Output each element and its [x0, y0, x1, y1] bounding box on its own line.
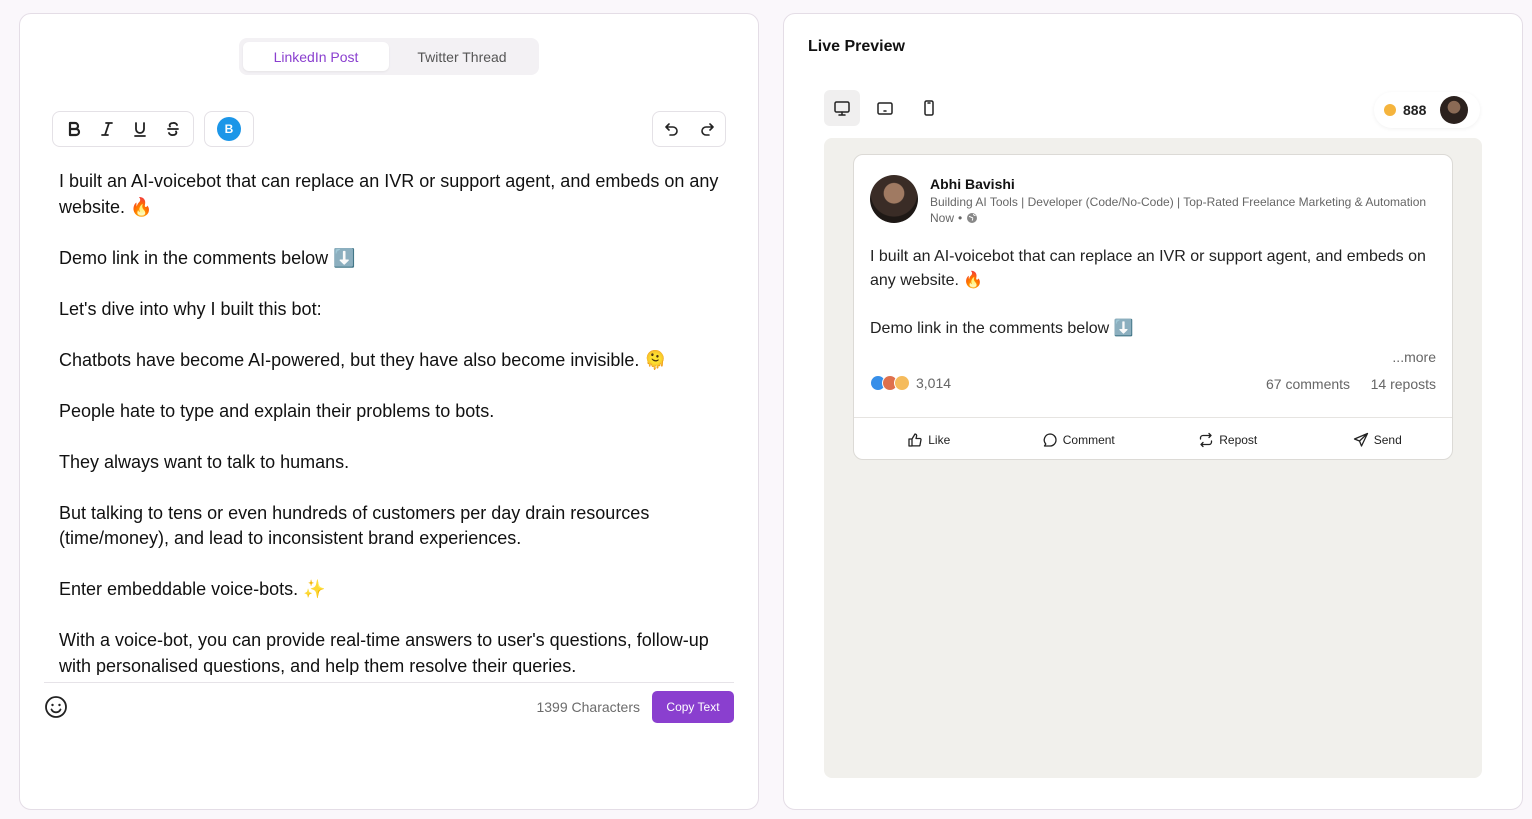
reposts-count[interactable]: 14 reposts: [1371, 376, 1436, 392]
preview-canvas: Abhi Bavishi Building AI Tools | Develop…: [824, 138, 1482, 778]
editor-paragraph: Let's dive into why I built this bot:: [59, 298, 322, 319]
insightful-reaction-icon: [894, 375, 910, 391]
editor-paragraph: Enter embeddable voice-bots. ✨: [59, 579, 326, 599]
underline-button[interactable]: [125, 115, 154, 143]
like-label: Like: [928, 432, 951, 447]
send-button[interactable]: Send: [1303, 418, 1453, 459]
post-actions: Like Comment Repost Send: [854, 418, 1453, 459]
desktop-view-button[interactable]: [824, 90, 860, 126]
linkedin-post-card: Abhi Bavishi Building AI Tools | Develop…: [853, 154, 1453, 460]
editor-panel: LinkedIn Post Twitter Thread B I built a…: [19, 13, 759, 810]
comment-icon: [1043, 432, 1057, 447]
bold-icon: [68, 121, 80, 137]
like-button[interactable]: Like: [854, 418, 1004, 459]
see-more-link[interactable]: ...more: [1392, 349, 1436, 365]
tab-linkedin-post[interactable]: LinkedIn Post: [243, 42, 389, 71]
editor-paragraph: People hate to type and explain their pr…: [59, 400, 495, 421]
post-timestamp: Now •: [930, 211, 978, 225]
reaction-icons: [870, 375, 910, 391]
editor-paragraph: They always want to talk to humans.: [59, 451, 350, 472]
undo-icon: [664, 123, 678, 136]
author-avatar: [870, 175, 918, 223]
editor-paragraph: Chatbots have become AI-powered, but the…: [59, 349, 667, 370]
repost-icon: [1200, 432, 1213, 447]
author-headline: Building AI Tools | Developer (Code/No-C…: [930, 195, 1427, 209]
comments-count[interactable]: 67 comments: [1266, 376, 1350, 392]
post-type-tabs: LinkedIn Post Twitter Thread: [239, 38, 539, 75]
bold-button[interactable]: [59, 115, 88, 143]
strikethrough-icon: [166, 122, 179, 136]
formatting-toolbar: [52, 111, 194, 147]
author-name: Abhi Bavishi: [930, 176, 1015, 192]
editor-paragraph: I built an AI-voicebot that can replace …: [59, 171, 719, 217]
desktop-icon: [834, 101, 850, 116]
send-label: Send: [1373, 432, 1402, 447]
send-icon: [1353, 432, 1368, 447]
underline-icon: [133, 122, 146, 137]
tablet-icon: [877, 102, 893, 115]
reaction-count: 3,014: [916, 375, 952, 391]
tablet-view-button[interactable]: [867, 90, 903, 126]
editor-paragraph: But talking to tens or even hundreds of …: [59, 502, 650, 549]
comment-label: Comment: [1062, 432, 1115, 447]
comment-button[interactable]: Comment: [1004, 418, 1154, 459]
mobile-view-button[interactable]: [911, 90, 947, 126]
thumbs-up-icon: [908, 432, 922, 447]
history-controls: [652, 111, 726, 147]
repost-button[interactable]: Repost: [1153, 418, 1303, 459]
redo-button[interactable]: [691, 115, 722, 143]
editor-paragraph: With a voice-bot, you can provide real-t…: [59, 630, 709, 675]
strikethrough-button[interactable]: [158, 115, 187, 143]
credits-value: 888: [1403, 102, 1427, 118]
coin-icon: [1384, 104, 1396, 116]
post-body-line: I built an AI-voicebot that can replace …: [870, 248, 1426, 289]
smiley-icon: [45, 696, 67, 718]
post-time-text: Now: [930, 211, 955, 225]
live-preview-panel: Live Preview 888 Abhi Bavishi Building A…: [783, 13, 1523, 810]
mobile-icon: [924, 100, 934, 116]
post-editor[interactable]: I built an AI-voicebot that can replace …: [59, 169, 729, 675]
post-body-line: Demo link in the comments below ⬇️: [870, 320, 1134, 337]
italic-button[interactable]: [92, 115, 121, 143]
editor-paragraph: Demo link in the comments below ⬇️: [59, 247, 356, 268]
redo-icon: [700, 123, 714, 136]
post-body: I built an AI-voicebot that can replace …: [870, 245, 1430, 341]
dot-separator: •: [958, 211, 963, 225]
undo-button[interactable]: [656, 115, 687, 143]
copy-text-button[interactable]: Copy Text: [652, 691, 734, 723]
repost-label: Repost: [1219, 432, 1258, 447]
italic-icon: [100, 122, 113, 136]
bold-font-badge: B: [217, 117, 241, 141]
tab-twitter-thread[interactable]: Twitter Thread: [389, 42, 535, 71]
character-count: 1399 Characters: [536, 699, 640, 715]
globe-icon: [967, 213, 978, 223]
live-preview-title: Live Preview: [808, 38, 905, 55]
emoji-picker-button[interactable]: [44, 695, 68, 719]
credits-badge[interactable]: 888: [1374, 92, 1480, 128]
reactions-summary[interactable]: 3,014: [870, 375, 951, 391]
user-avatar[interactable]: [1440, 96, 1468, 124]
font-style-picker[interactable]: B: [204, 111, 254, 147]
editor-divider: [44, 682, 734, 683]
